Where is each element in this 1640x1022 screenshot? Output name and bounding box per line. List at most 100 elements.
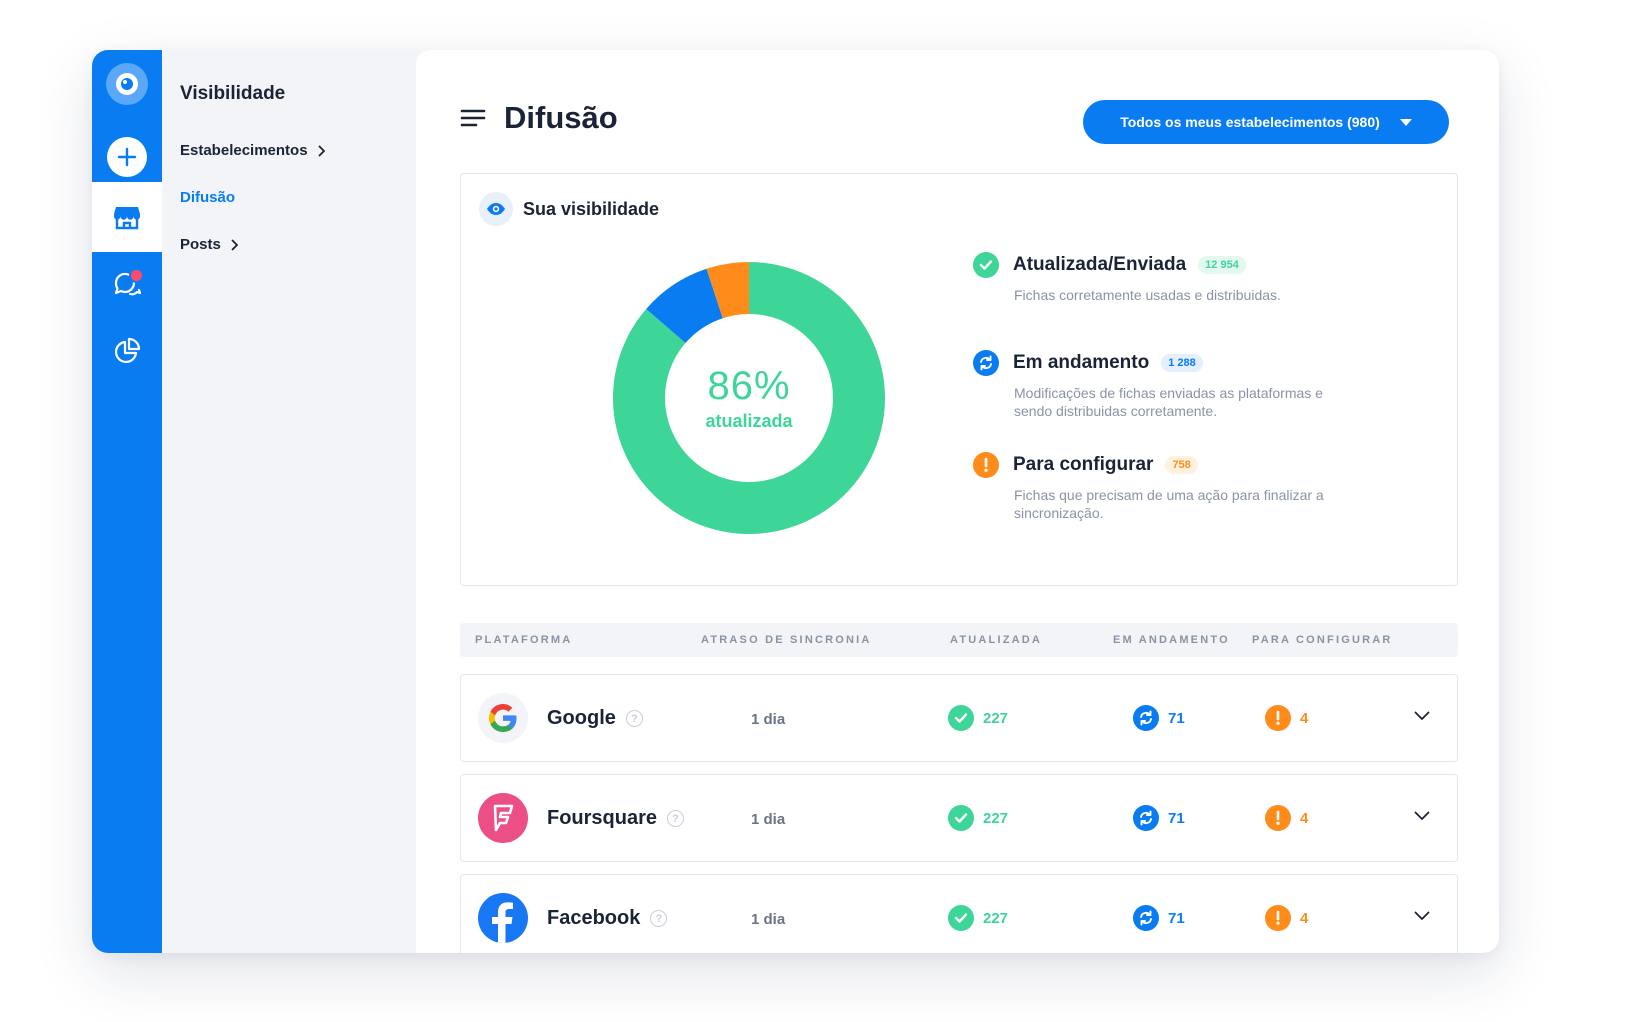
subnav-title: Visibilidade [180, 83, 286, 104]
store-icon [114, 207, 140, 230]
legend-name: Para configurar [1013, 454, 1154, 475]
subnav-item-estabelecimentos[interactable]: Estabelecimentos [180, 142, 325, 159]
help-icon[interactable]: ? [650, 910, 668, 927]
check-circle-icon [948, 805, 974, 831]
icon-rail [92, 50, 162, 953]
to-configure-value: 4 [1300, 909, 1309, 927]
pie-chart-icon [114, 337, 141, 364]
sync-circle-icon [1133, 705, 1159, 731]
chevron-right-icon [317, 144, 325, 157]
check-circle-icon [973, 252, 999, 278]
legend-count-badge: 758 [1165, 456, 1198, 474]
platform-name: Facebook ? [547, 907, 668, 930]
updated-value: 227 [983, 709, 1009, 727]
column-header-sync-delay: ATRASO DE SINCRONIA [701, 634, 872, 646]
subnav-item-label: Posts [180, 236, 221, 253]
legend-to-configure: Para configurar 758 Fichas que precisam … [973, 452, 1393, 522]
subnav-item-posts[interactable]: Posts [180, 236, 238, 253]
google-logo-icon [478, 693, 528, 743]
eye-icon [479, 192, 513, 226]
establishment-scope-dropdown[interactable]: Todos os meus estabelecimentos (980) [1083, 100, 1449, 144]
platform-name: Foursquare ? [547, 807, 685, 830]
visibility-title: Sua visibilidade [523, 198, 660, 219]
table-row[interactable]: Google ? 1 dia 227 71 4 [460, 674, 1458, 762]
visibility-card: Sua visibilidade 86% atualizada Atualiza… [460, 173, 1458, 586]
visibility-header: Sua visibilidade [479, 192, 659, 226]
legend-name: Atualizada/Enviada [1013, 254, 1187, 275]
legend-in-progress: Em andamento 1 288 Modificações de ficha… [973, 350, 1393, 420]
sync-delay: 1 dia [751, 811, 786, 828]
donut-center: 86% atualizada [605, 254, 893, 542]
legend-count-badge: 1 288 [1161, 354, 1203, 372]
rail-item-messages[interactable] [92, 250, 162, 320]
help-icon[interactable]: ? [625, 710, 643, 727]
check-circle-icon [948, 705, 974, 731]
to-configure-count: 4 [1265, 705, 1308, 731]
subnav-item-label: Difusão [180, 189, 236, 206]
chevron-down-icon[interactable] [1414, 811, 1430, 821]
platform-name-text: Foursquare [547, 807, 658, 829]
main-panel: Difusão Todos os meus estabelecimentos (… [416, 50, 1499, 953]
sync-delay: 1 dia [751, 711, 786, 728]
sync-circle-icon [1133, 905, 1159, 931]
in-progress-value: 71 [1168, 709, 1185, 727]
caret-down-icon [1399, 118, 1412, 126]
platform-name: Google ? [547, 707, 643, 730]
in-progress-value: 71 [1168, 909, 1185, 927]
donut-percent: 86% [707, 364, 791, 408]
in-progress-count: 71 [1133, 805, 1185, 831]
column-header-updated: ATUALIZADA [950, 634, 1043, 646]
updated-count: 227 [948, 805, 1008, 831]
table-row[interactable]: Facebook ? 1 dia 227 71 4 [460, 874, 1458, 953]
legend-description: Modificações de fichas enviadas as plata… [1014, 385, 1323, 419]
updated-count: 227 [948, 705, 1008, 731]
page-title: Difusão [504, 100, 618, 135]
scope-label: Todos os meus estabelecimentos (980) [1120, 114, 1380, 130]
exclamation-circle-icon [1265, 905, 1291, 931]
eye-logo-icon[interactable] [106, 63, 148, 105]
secondary-nav: Visibilidade Estabelecimentos Difusão Po… [162, 50, 409, 953]
updated-count: 227 [948, 905, 1008, 931]
to-configure-value: 4 [1300, 809, 1309, 827]
in-progress-count: 71 [1133, 705, 1185, 731]
donut-caption: atualizada [705, 411, 793, 431]
column-header-in-progress: EM ANDAMENTO [1113, 634, 1230, 646]
notification-dot [129, 268, 144, 283]
exclamation-circle-icon [973, 452, 999, 478]
legend-name: Em andamento [1013, 352, 1150, 373]
chevron-down-icon[interactable] [1414, 911, 1430, 921]
column-header-platform: PLATAFORMA [475, 634, 573, 646]
exclamation-circle-icon [1265, 705, 1291, 731]
check-circle-icon [948, 905, 974, 931]
to-configure-count: 4 [1265, 905, 1308, 931]
updated-value: 227 [983, 909, 1009, 927]
sync-circle-icon [973, 350, 999, 376]
sync-delay: 1 dia [751, 911, 786, 928]
table-row[interactable]: Foursquare ? 1 dia 227 71 4 [460, 774, 1458, 862]
plus-icon[interactable] [107, 137, 147, 177]
in-progress-value: 71 [1168, 809, 1185, 827]
chevron-right-icon [231, 238, 238, 251]
exclamation-circle-icon [1265, 805, 1291, 831]
subnav-item-difusao[interactable]: Difusão [180, 189, 235, 206]
to-configure-count: 4 [1265, 805, 1308, 831]
platform-name-text: Facebook [547, 907, 641, 929]
column-header-to-configure: PARA CONFIGURAR [1252, 634, 1393, 646]
page-header: Difusão [460, 100, 618, 136]
legend-updated: Atualizada/Enviada 12 954 Fichas correta… [973, 252, 1393, 304]
in-progress-count: 71 [1133, 905, 1185, 931]
help-icon[interactable]: ? [667, 810, 685, 827]
facebook-logo-icon [478, 893, 528, 943]
chevron-down-icon[interactable] [1414, 711, 1430, 721]
legend-description: Fichas corretamente usadas e distribuida… [1014, 287, 1281, 303]
menu-icon[interactable] [460, 108, 486, 128]
app-window: Visibilidade Estabelecimentos Difusão Po… [92, 50, 1499, 953]
table-header: PLATAFORMA ATRASO DE SINCRONIA ATUALIZAD… [460, 623, 1458, 657]
rail-item-analytics[interactable] [92, 316, 162, 386]
rail-item-establishments[interactable] [92, 182, 162, 252]
subnav-item-label: Estabelecimentos [180, 142, 308, 159]
updated-value: 227 [983, 809, 1009, 827]
sync-circle-icon [1133, 805, 1159, 831]
legend-description: Fichas que precisam de uma ação para fin… [1014, 487, 1324, 521]
legend-count-badge: 12 954 [1198, 256, 1246, 274]
